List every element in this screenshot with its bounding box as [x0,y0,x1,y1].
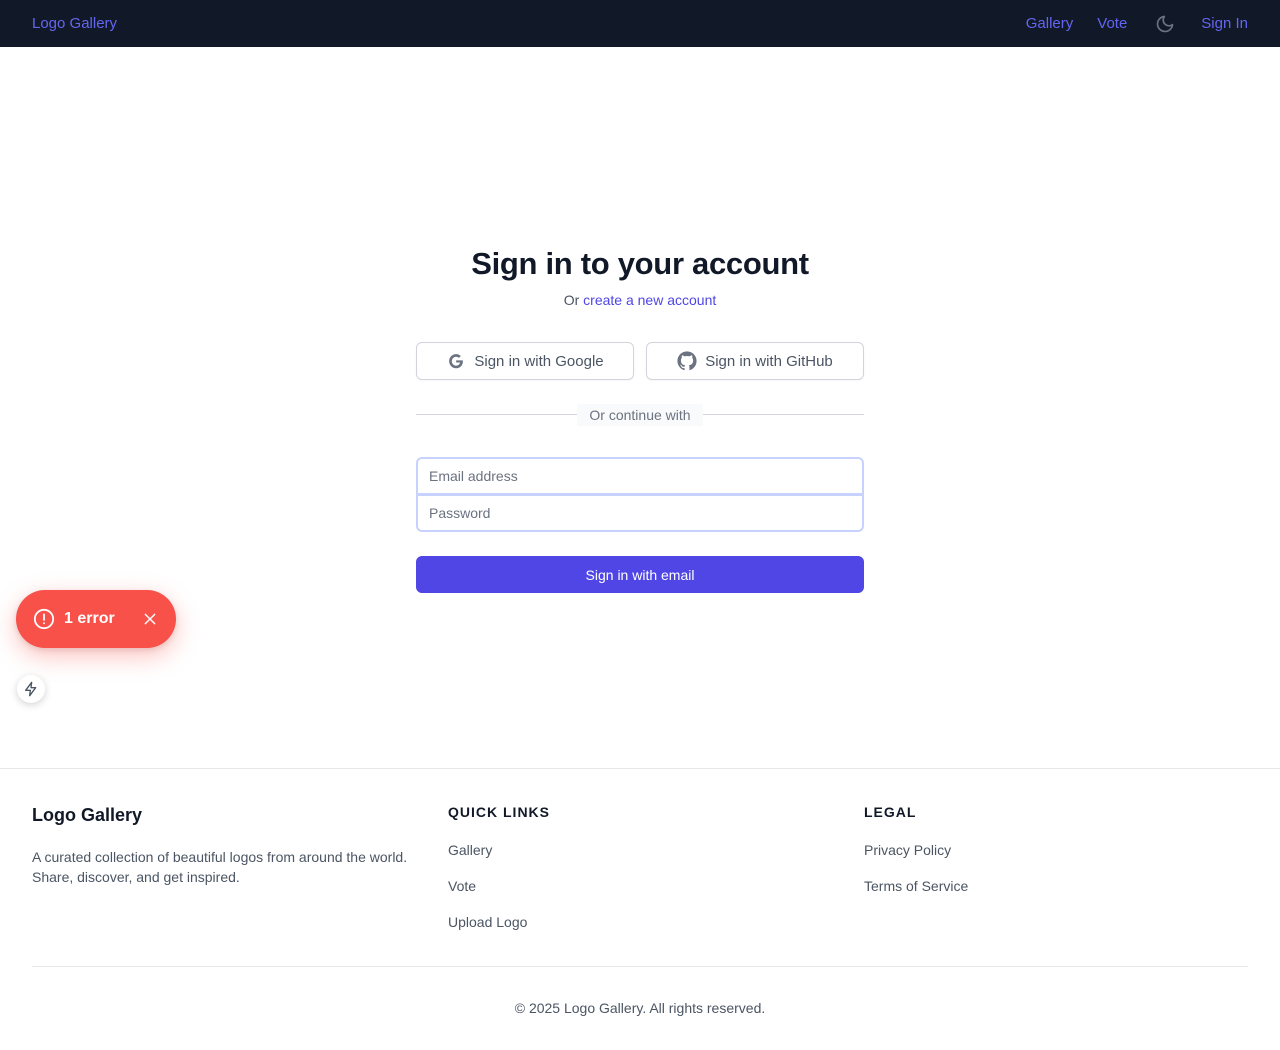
bolt-icon[interactable] [17,675,45,703]
password-field[interactable] [416,494,864,532]
nav-vote-link[interactable]: Vote [1097,15,1127,32]
nav-signin-link[interactable]: Sign In [1201,15,1248,32]
top-navbar: Logo Gallery Gallery Vote Sign In [0,0,1280,47]
create-account-link[interactable]: create a new account [583,292,716,308]
footer-divider [32,966,1248,967]
github-icon [677,351,697,371]
moon-icon[interactable] [1155,14,1175,34]
email-field[interactable] [416,457,864,495]
footer-link-upload-logo[interactable]: Upload Logo [448,914,527,930]
google-signin-button[interactable]: Sign in with Google [416,342,634,380]
nav-gallery-link[interactable]: Gallery [1026,15,1074,32]
footer-link-vote[interactable]: Vote [448,878,476,894]
page-title: Sign in to your account [471,246,809,281]
legal-heading: LEGAL [864,804,917,820]
footer-description: A curated collection of beautiful logos … [32,849,408,885]
quick-links-heading: QUICK LINKS [448,804,550,820]
google-icon [446,351,466,371]
email-signin-button[interactable]: Sign in with email [416,556,864,593]
github-signin-label: Sign in with GitHub [705,352,833,370]
github-signin-button[interactable]: Sign in with GitHub [646,342,864,380]
alert-circle-icon [32,607,56,631]
or-text: Or [563,292,580,308]
close-icon[interactable] [141,610,159,628]
error-indicator-button[interactable]: 1 error [16,590,176,648]
footer-brand: Logo Gallery [32,805,143,825]
footer-link-gallery[interactable]: Gallery [448,842,492,858]
signup-prompt: Or create a new account [0,292,1280,308]
google-signin-label: Sign in with Google [474,352,604,370]
site-footer: Logo Gallery A curated collection of bea… [0,768,1280,1050]
copyright-text: © 2025 Logo Gallery. All rights reserved… [514,1000,766,1016]
nav-links: Gallery Vote Sign In [1026,14,1248,34]
brand-logo-link[interactable]: Logo Gallery [32,15,117,32]
footer-link-privacy[interactable]: Privacy Policy [864,842,951,858]
divider-label: Or continue with [577,404,703,426]
error-count: 1 error [64,610,115,627]
footer-link-terms[interactable]: Terms of Service [864,878,968,894]
